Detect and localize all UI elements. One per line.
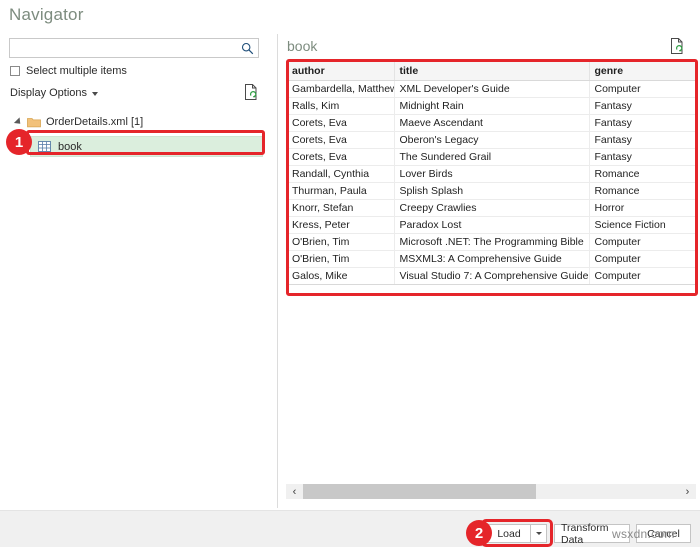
select-multiple-items-row[interactable]: Select multiple items — [10, 65, 127, 77]
cell-title: Visual Studio 7: A Comprehensive Guide — [394, 267, 590, 284]
left-pane: Select multiple items Display Options Or… — [0, 32, 277, 510]
cell-genre: Computer — [589, 233, 697, 251]
preview-table: author title genre Gambardella, Matthew … — [287, 62, 697, 284]
column-header-title[interactable]: title — [394, 62, 590, 81]
table-row: Gambardella, Matthew XML Developer's Gui… — [287, 80, 697, 98]
cell-title: MSXML3: A Comprehensive Guide — [394, 250, 590, 268]
preview-title: book — [287, 38, 318, 54]
load-dropdown-button[interactable] — [530, 524, 547, 543]
table-row: O'Brien, Tim Microsoft .NET: The Program… — [287, 233, 697, 251]
cell-title: Microsoft .NET: The Programming Bible — [394, 233, 590, 251]
table-row: Thurman, Paula Splish Splash Romance — [287, 182, 697, 200]
cell-genre: Horror — [589, 199, 697, 217]
table-row: Galos, Mike Visual Studio 7: A Comprehen… — [287, 267, 697, 284]
table-row: Corets, Eva Maeve Ascendant Fantasy — [287, 114, 697, 132]
display-options-menu[interactable]: Display Options — [10, 87, 99, 99]
cell-genre: Fantasy — [589, 114, 697, 132]
table-row: Corets, Eva Oberon's Legacy Fantasy — [287, 131, 697, 149]
search-box[interactable] — [9, 38, 259, 58]
watermark: wsxdn.com — [612, 527, 675, 541]
cell-author: O'Brien, Tim — [287, 233, 395, 251]
preview-table-wrapper: author title genre Gambardella, Matthew … — [286, 61, 697, 285]
annotation-badge-2: 2 — [466, 520, 492, 546]
cell-author: Thurman, Paula — [287, 182, 395, 200]
scrollbar-thumb[interactable] — [303, 484, 537, 499]
cell-author: Ralls, Kim — [287, 97, 395, 115]
cell-author: Knorr, Stefan — [287, 199, 395, 217]
cell-author: Kress, Peter — [287, 216, 395, 234]
cell-author: O'Brien, Tim — [287, 250, 395, 268]
cell-author: Corets, Eva — [287, 114, 395, 132]
cell-title: Maeve Ascendant — [394, 114, 590, 132]
cell-genre: Science Fiction — [589, 216, 697, 234]
cell-genre: Fantasy — [589, 97, 697, 115]
scrollbar-track[interactable] — [303, 484, 679, 499]
navigation-tree: OrderDetails.xml [1] book — [10, 112, 265, 157]
preview-table-body: Gambardella, Matthew XML Developer's Gui… — [287, 80, 697, 284]
table-row: O'Brien, Tim MSXML3: A Comprehensive Gui… — [287, 250, 697, 268]
cell-genre: Fantasy — [589, 148, 697, 166]
load-button[interactable]: Load — [487, 524, 531, 543]
cell-title: Midnight Rain — [394, 97, 590, 115]
sidebar-item-label: book — [58, 140, 82, 153]
cell-title: Lover Birds — [394, 165, 590, 183]
select-multiple-items-checkbox[interactable] — [10, 66, 20, 76]
folder-icon — [27, 117, 41, 128]
cell-author: Corets, Eva — [287, 148, 395, 166]
cell-author: Gambardella, Matthew — [287, 80, 395, 98]
cell-genre: Computer — [589, 267, 697, 284]
cell-genre: Computer — [589, 250, 697, 268]
cell-author: Galos, Mike — [287, 267, 395, 284]
annotation-badge-1: 1 — [6, 129, 32, 155]
table-row: Corets, Eva The Sundered Grail Fantasy — [287, 148, 697, 166]
horizontal-scrollbar[interactable]: ‹ › — [286, 484, 696, 499]
cell-author: Corets, Eva — [287, 131, 395, 149]
cell-genre: Computer — [589, 80, 697, 98]
scroll-left-arrow-icon[interactable]: ‹ — [286, 484, 303, 499]
page-title: Navigator — [9, 5, 84, 24]
select-multiple-items-label: Select multiple items — [26, 65, 127, 77]
refresh-document-icon[interactable] — [669, 37, 685, 55]
table-header-row: author title genre — [287, 62, 697, 81]
cell-genre: Fantasy — [589, 131, 697, 149]
chevron-expanded-icon[interactable] — [13, 117, 24, 127]
table-row: Ralls, Kim Midnight Rain Fantasy — [287, 97, 697, 115]
column-header-author[interactable]: author — [287, 62, 395, 81]
chevron-down-icon[interactable] — [535, 532, 542, 535]
display-options-label: Display Options — [10, 87, 88, 99]
search-icon[interactable] — [241, 42, 254, 55]
table-row: Randall, Cynthia Lover Birds Romance — [287, 165, 697, 183]
column-header-genre[interactable]: genre — [589, 62, 697, 81]
cell-title: Creepy Crawlies — [394, 199, 590, 217]
search-input[interactable] — [14, 41, 238, 58]
scroll-right-arrow-icon[interactable]: › — [679, 484, 696, 499]
cell-title: Oberon's Legacy — [394, 131, 590, 149]
cell-title: The Sundered Grail — [394, 148, 590, 166]
table-grid-icon — [38, 141, 51, 152]
cell-title: Splish Splash — [394, 182, 590, 200]
pane-divider — [277, 34, 278, 508]
sidebar-item-book[interactable]: book — [30, 136, 263, 157]
refresh-document-icon[interactable] — [243, 83, 259, 101]
table-row: Kress, Peter Paradox Lost Science Fictio… — [287, 216, 697, 234]
chevron-down-icon[interactable] — [92, 92, 99, 96]
cell-genre: Romance — [589, 165, 697, 183]
tree-item-label: OrderDetails.xml [1] — [46, 116, 144, 128]
table-row: Knorr, Stefan Creepy Crawlies Horror — [287, 199, 697, 217]
navigator-dialog: Navigator Select multiple items Display … — [0, 0, 700, 547]
tree-item-orderdetails[interactable]: OrderDetails.xml [1] — [10, 112, 265, 132]
cell-title: Paradox Lost — [394, 216, 590, 234]
preview-pane: book author title genre Gambardella, Mat… — [286, 32, 698, 510]
cell-genre: Romance — [589, 182, 697, 200]
cell-title: XML Developer's Guide — [394, 80, 590, 98]
cell-author: Randall, Cynthia — [287, 165, 395, 183]
